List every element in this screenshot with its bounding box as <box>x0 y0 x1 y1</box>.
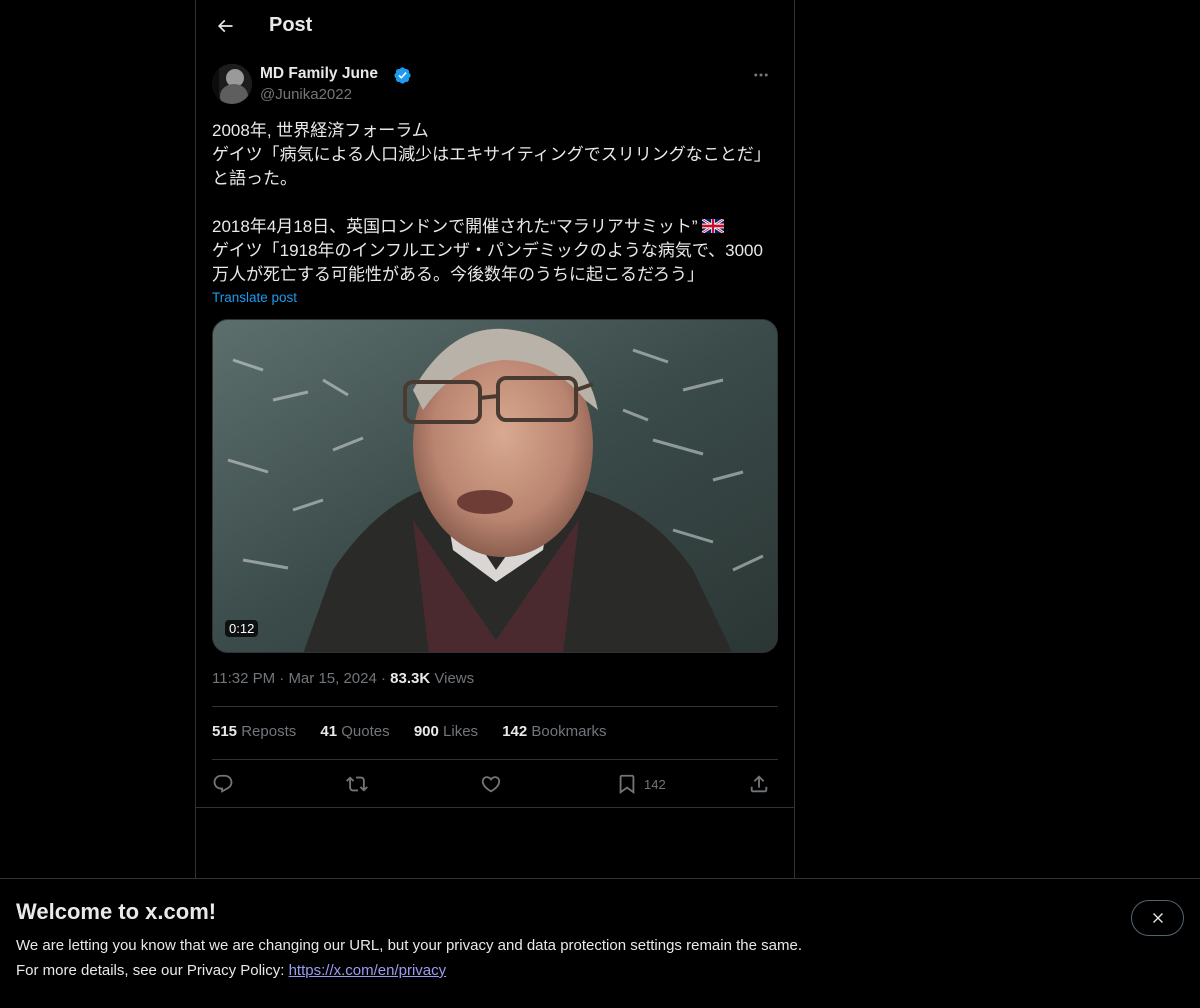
video-player[interactable]: 0:12 <box>212 319 778 653</box>
video-thumbnail <box>213 320 777 652</box>
divider <box>212 706 778 707</box>
share-icon <box>750 775 768 793</box>
repost-icon <box>346 776 368 792</box>
author-row: MD Family June @Junika2022 <box>212 63 778 107</box>
reposts-stat[interactable]: 515 Reposts <box>212 723 296 740</box>
welcome-banner: Welcome to x.com! We are letting you kno… <box>0 878 1200 1008</box>
quotes-stat[interactable]: 41 Quotes <box>320 723 389 740</box>
separator: · <box>381 670 386 687</box>
close-icon <box>1152 913 1163 923</box>
uk-flag-icon <box>701 219 724 233</box>
banner-title: Welcome to x.com! <box>16 899 217 924</box>
bookmark-icon <box>619 774 635 795</box>
like-button[interactable] <box>480 770 502 798</box>
banner-policy-prefix: For more details, see our Privacy Policy… <box>16 962 289 979</box>
author-handle[interactable]: @Junika2022 <box>260 86 352 103</box>
views-count: 83.3K <box>390 670 431 687</box>
avatar-image <box>212 64 252 104</box>
privacy-policy-link[interactable]: https://x.com/en/privacy <box>289 962 447 979</box>
action-bar: 142 <box>212 770 778 798</box>
more-button[interactable] <box>744 63 778 87</box>
tweet-date[interactable]: Mar 15, 2024 <box>288 670 376 687</box>
repost-button[interactable] <box>346 770 368 798</box>
translate-post-link[interactable]: Translate post <box>212 290 297 305</box>
avatar[interactable] <box>212 64 252 104</box>
separator: · <box>279 670 285 687</box>
bookmarks-stat[interactable]: 142 Bookmarks <box>502 723 606 740</box>
more-horizontal-icon <box>754 73 768 77</box>
share-button[interactable] <box>748 770 770 798</box>
heart-icon <box>481 776 501 793</box>
close-banner-button[interactable] <box>1131 900 1184 936</box>
reply-button[interactable] <box>212 770 234 798</box>
divider <box>196 807 794 808</box>
reply-icon <box>213 774 233 793</box>
tweet-text-part1: 2008年, 世界経済フォーラム ゲイツ「病気による人口減少はエキサイティングで… <box>212 121 771 236</box>
banner-text: We are letting you know that we are chan… <box>16 937 802 954</box>
tweet-text-part2: ゲイツ「1918年のインフルエンザ・パンデミックのような病気で、3000万人が死… <box>212 241 763 284</box>
views-label: Views <box>434 670 475 687</box>
likes-stat[interactable]: 900 Likes <box>414 723 478 740</box>
tweet-stats: 515 Reposts 41 Quotes 900 Likes 142 Book… <box>212 723 626 740</box>
verified-badge-icon <box>394 67 411 84</box>
back-button[interactable] <box>208 9 242 43</box>
page-title: Post <box>269 14 313 36</box>
primary-column: Post MD Family June @Junika2022 2008年, 世… <box>195 0 795 1008</box>
bookmark-button[interactable]: 142 <box>616 770 666 798</box>
author-name[interactable]: MD Family June <box>260 65 378 83</box>
tweet-meta: 11:32 PM · Mar 15, 2024 · 83.3K Views <box>212 670 474 687</box>
bookmark-count: 142 <box>644 776 666 792</box>
video-duration: 0:12 <box>225 620 259 637</box>
divider <box>212 759 778 760</box>
arrow-left-icon <box>217 19 233 33</box>
tweet-text: 2008年, 世界経済フォーラム ゲイツ「病気による人口減少はエキサイティングで… <box>212 119 778 287</box>
banner-policy-line: For more details, see our Privacy Policy… <box>16 962 446 979</box>
page-header: Post <box>196 0 794 53</box>
tweet-time[interactable]: 11:32 PM <box>212 670 275 687</box>
